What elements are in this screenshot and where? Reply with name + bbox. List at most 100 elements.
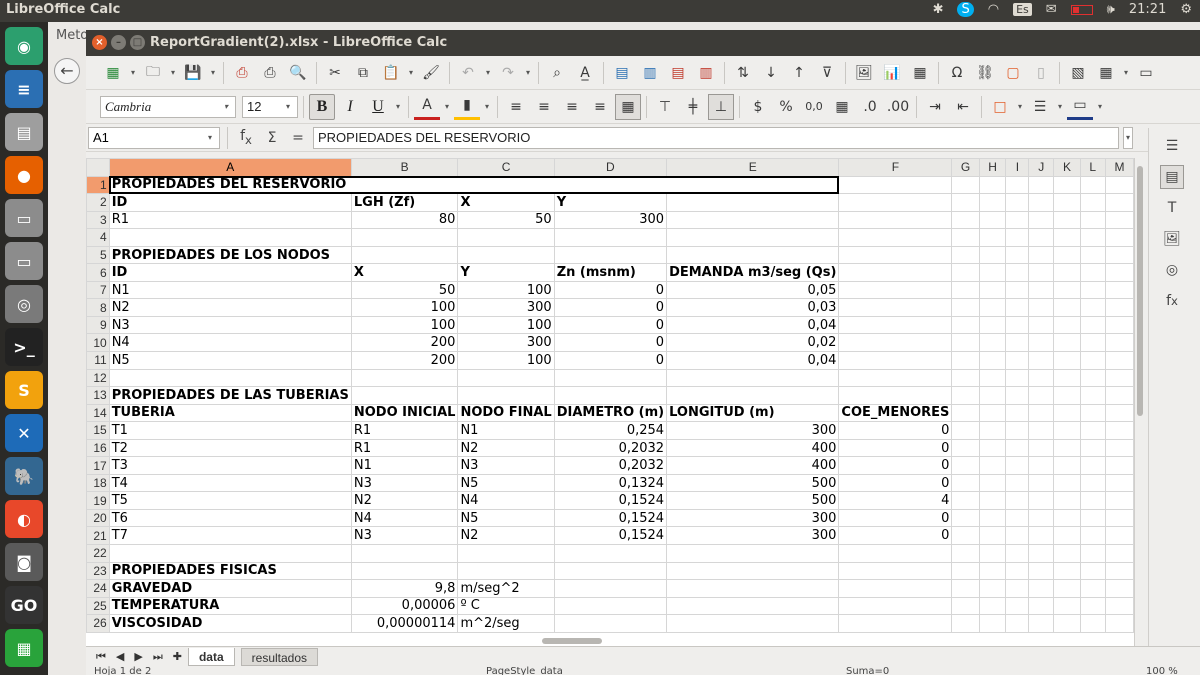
number-format-button[interactable]: 0,0 <box>801 94 827 120</box>
row-header[interactable]: 3 <box>86 210 110 230</box>
cell-i22[interactable] <box>1005 544 1030 563</box>
cell-b15[interactable]: R1 <box>350 421 459 440</box>
sidebar-functions-icon[interactable]: fx <box>1160 289 1184 313</box>
cell-g13[interactable] <box>951 386 980 405</box>
column-header-d[interactable]: D <box>553 158 668 177</box>
writer-icon[interactable]: ≡ <box>5 70 43 108</box>
cell-j3[interactable] <box>1028 210 1055 230</box>
cell-g7[interactable] <box>951 280 980 300</box>
date-format-icon[interactable]: ▦ <box>829 94 855 120</box>
cell-k6[interactable] <box>1053 263 1081 282</box>
cell-a4[interactable] <box>108 228 352 247</box>
files-icon[interactable]: ▤ <box>5 113 43 151</box>
cell-d23[interactable] <box>553 561 668 581</box>
cell-b6[interactable]: X <box>350 263 459 282</box>
cell-b26[interactable]: 0,00000114 <box>350 614 459 633</box>
skype-icon[interactable]: S <box>957 2 974 17</box>
cell-i23[interactable] <box>1005 561 1030 581</box>
cell-m19[interactable] <box>1104 491 1134 510</box>
keyboard-layout-indicator[interactable]: Es <box>1013 3 1032 16</box>
cell-m13[interactable] <box>1104 386 1134 405</box>
cell-i13[interactable] <box>1005 386 1030 405</box>
font-size-box[interactable]: 12 ▾ <box>242 95 298 118</box>
add-decimal-icon[interactable]: .0 <box>857 94 883 120</box>
font-name-box[interactable]: Cambria ▾ <box>100 95 236 118</box>
cell-b4[interactable] <box>350 228 459 247</box>
border-style-dropdown-icon[interactable]: ▾ <box>1055 102 1065 111</box>
align-center-icon[interactable]: ≡ <box>531 94 557 120</box>
cell-j12[interactable] <box>1028 368 1055 388</box>
cell-d25[interactable] <box>553 596 668 616</box>
cell-m4[interactable] <box>1104 228 1134 247</box>
cell-c24[interactable]: m/seg^2 <box>457 579 555 598</box>
cell-c18[interactable]: N5 <box>457 473 555 493</box>
settings-gear-icon[interactable]: ⚙ <box>1180 2 1192 17</box>
cell-e13[interactable] <box>666 386 840 405</box>
cell-j20[interactable] <box>1028 508 1055 528</box>
cell-h4[interactable] <box>978 228 1007 247</box>
cell-f22[interactable] <box>838 544 953 563</box>
export-pdf-icon[interactable]: ⎙ <box>229 60 255 86</box>
cell-b13[interactable] <box>350 386 459 405</box>
browser-icon[interactable]: ◐ <box>5 500 43 538</box>
cell-e7[interactable]: 0,05 <box>666 280 840 300</box>
cell-b8[interactable]: 100 <box>350 298 459 317</box>
cell-a15[interactable]: T1 <box>108 421 352 440</box>
cell-a9[interactable]: N3 <box>108 315 352 335</box>
cell-f24[interactable] <box>838 579 953 598</box>
sidebar-settings-icon[interactable]: ☰ <box>1160 134 1184 158</box>
cell-k2[interactable] <box>1053 193 1081 212</box>
cell-d13[interactable] <box>553 386 668 405</box>
cell-table[interactable]: ABCDEFGHIJKLM 1 PROPIEDADES DEL RESERVORI… <box>86 158 1134 633</box>
cell-e25[interactable] <box>666 596 840 616</box>
cell-i9[interactable] <box>1005 315 1030 335</box>
cell-i10[interactable] <box>1005 333 1030 353</box>
cell-j15[interactable] <box>1028 421 1055 440</box>
cell-f19[interactable]: 4 <box>838 491 953 510</box>
cell-m6[interactable] <box>1104 263 1134 282</box>
background-tab[interactable]: Meto <box>56 28 88 43</box>
cell-b17[interactable]: N1 <box>350 456 459 475</box>
cell-g1[interactable] <box>951 175 980 195</box>
split-window-icon[interactable]: ▭ <box>1133 60 1159 86</box>
freeze-rows-columns-icon[interactable]: ▦ <box>1093 60 1119 86</box>
font-color-dropdown-icon[interactable]: ▾ <box>442 102 452 111</box>
border-color-dropdown-icon[interactable]: ▾ <box>1095 102 1105 111</box>
cell-k1[interactable] <box>1053 175 1081 195</box>
borders-dropdown-icon[interactable]: ▾ <box>1015 102 1025 111</box>
cell-k21[interactable] <box>1053 526 1081 546</box>
cell-g25[interactable] <box>951 596 980 616</box>
cell-g20[interactable] <box>951 508 980 528</box>
cell-k4[interactable] <box>1053 228 1081 247</box>
cell-j23[interactable] <box>1028 561 1055 581</box>
cell-i16[interactable] <box>1005 438 1030 458</box>
font-size-dropdown-icon[interactable]: ▾ <box>283 102 293 111</box>
cell-d5[interactable] <box>553 245 668 265</box>
cell-h25[interactable] <box>978 596 1007 616</box>
sort-ascending-icon[interactable]: ↓ <box>758 60 784 86</box>
cell-j18[interactable] <box>1028 473 1055 493</box>
find-replace-icon[interactable]: ⌕ <box>544 60 570 86</box>
cell-k20[interactable] <box>1053 508 1081 528</box>
cell-c5[interactable] <box>457 245 555 265</box>
cell-d24[interactable] <box>553 579 668 598</box>
cell-j11[interactable] <box>1028 351 1055 370</box>
cell-a8[interactable]: N2 <box>108 298 352 317</box>
cell-m21[interactable] <box>1104 526 1134 546</box>
cell-a25[interactable]: TEMPERATURA <box>108 596 352 616</box>
cell-e21[interactable]: 300 <box>666 526 840 546</box>
cell-l5[interactable] <box>1079 245 1106 265</box>
cell-f17[interactable]: 0 <box>838 456 953 475</box>
cell-i12[interactable] <box>1005 368 1030 388</box>
cell-c19[interactable]: N4 <box>457 491 555 510</box>
cell-g22[interactable] <box>951 544 980 563</box>
pivot-table-icon[interactable]: ▦ <box>907 60 933 86</box>
cell-b10[interactable]: 200 <box>350 333 459 353</box>
cell-i20[interactable] <box>1005 508 1030 528</box>
cell-f13[interactable] <box>838 386 953 405</box>
cell-e10[interactable]: 0,02 <box>666 333 840 353</box>
cell-b22[interactable] <box>350 544 459 563</box>
row-header[interactable]: 21 <box>86 526 110 546</box>
define-print-area-icon[interactable]: ▧ <box>1065 60 1091 86</box>
redo-icon[interactable]: ↷ <box>495 60 521 86</box>
